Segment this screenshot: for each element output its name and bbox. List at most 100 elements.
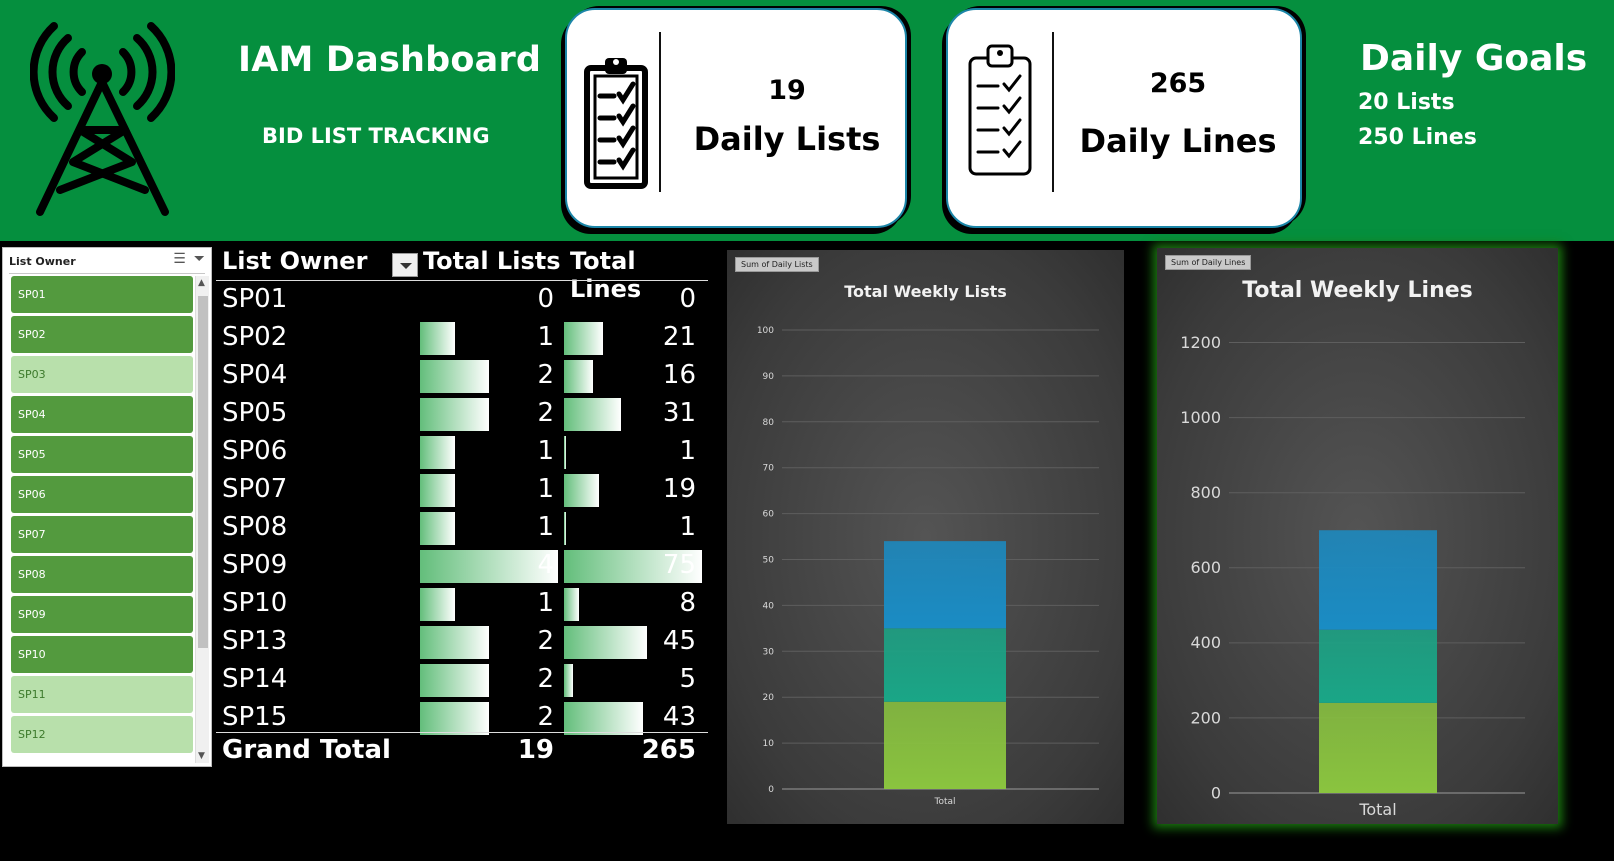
- slicer-item-sp05[interactable]: SP05: [11, 436, 193, 473]
- lines-databar: [564, 588, 579, 621]
- y-tick-label: 70: [763, 464, 775, 474]
- kpi-card-daily-lines: 265 Daily Lines: [946, 8, 1302, 228]
- y-tick-label: 40: [763, 601, 775, 611]
- row-total-lines: 0: [679, 284, 696, 314]
- lines-databar: [564, 474, 599, 507]
- y-tick-label: 400: [1190, 633, 1221, 652]
- slicer-item-sp08[interactable]: SP08: [11, 556, 193, 593]
- multi-select-icon[interactable]: ☰: [173, 251, 186, 267]
- grand-total-row: Grand Total 19 265: [212, 735, 708, 773]
- table-row: SP07 1 19: [212, 470, 708, 508]
- list-owner-slicer: List Owner ☰ ⏷ SP01 SP02 SP03 SP04 SP05 SP06 S…: [2, 247, 212, 767]
- table-row: SP04 2 16: [212, 356, 708, 394]
- stacked-bar-segment: [1319, 629, 1437, 703]
- lists-databar: [420, 474, 455, 507]
- slicer-item-sp09[interactable]: SP09: [11, 596, 193, 633]
- clear-filter-icon[interactable]: ⏷: [194, 251, 205, 267]
- row-filter-dropdown[interactable]: [392, 253, 418, 277]
- y-tick-label: 60: [763, 510, 775, 520]
- goal-lists: 20 Lists: [1358, 90, 1455, 115]
- row-total-lists: 1: [537, 474, 554, 504]
- pivot-table: List Owner Total Lists Total Lines SP01 0…: [212, 243, 708, 773]
- weekly-lines-plot: 0 200 400 600 800 1000 1200 Total: [1180, 333, 1525, 819]
- table-row: SP08 1 1: [212, 508, 708, 546]
- lines-databar: [564, 436, 566, 469]
- scroll-up-icon[interactable]: ▲: [198, 278, 205, 288]
- row-total-lines: 31: [662, 398, 696, 428]
- slicer-item-sp03[interactable]: SP03: [11, 356, 193, 393]
- row-owner: SP14: [222, 664, 288, 694]
- slicer-item-sp07[interactable]: SP07: [11, 516, 193, 553]
- y-tick-label: 50: [763, 556, 775, 566]
- weekly-lists-chart[interactable]: Sum of Daily Lists Total Weekly Lists 01…: [727, 250, 1124, 824]
- total-rule: [216, 732, 708, 733]
- lines-databar: [564, 664, 574, 697]
- dashboard-title: IAM Dashboard: [238, 40, 542, 80]
- row-total-lines: 8: [679, 588, 696, 618]
- table-row: SP05 2 31: [212, 394, 708, 432]
- slicer-scrollbar[interactable]: ▲ ▼: [195, 276, 209, 763]
- row-owner: SP02: [222, 322, 288, 352]
- row-owner: SP15: [222, 702, 288, 732]
- table-row: SP14 2 5: [212, 660, 708, 698]
- radio-tower-icon: [30, 22, 175, 216]
- row-total-lines: 5: [679, 664, 696, 694]
- row-total-lines: 1: [679, 512, 696, 542]
- lines-databar: [564, 322, 603, 355]
- goal-lines: 250 Lines: [1358, 125, 1477, 150]
- slicer-item-sp12[interactable]: SP12: [11, 716, 193, 753]
- header-band: IAM Dashboard BID LIST TRACKING 19 Daily…: [0, 0, 1614, 241]
- row-total-lists: 1: [537, 588, 554, 618]
- slicer-item-sp01[interactable]: SP01: [11, 276, 193, 313]
- dashboard-subtitle: BID LIST TRACKING: [262, 124, 490, 148]
- table-row: SP02 1 21: [212, 318, 708, 356]
- lists-databar: [420, 322, 455, 355]
- lists-databar: [420, 436, 455, 469]
- y-tick-label: 600: [1190, 558, 1221, 577]
- row-total-lists: 2: [537, 702, 554, 732]
- grand-total-lines: 265: [641, 735, 696, 765]
- row-total-lines: 1: [679, 436, 696, 466]
- row-owner: SP09: [222, 550, 288, 580]
- slicer-item-sp10[interactable]: SP10: [11, 636, 193, 673]
- y-tick-label: 20: [763, 693, 775, 703]
- scroll-thumb[interactable]: [198, 296, 208, 648]
- stacked-bar-segment: [1319, 530, 1437, 630]
- weekly-lines-chart[interactable]: Sum of Daily Lines Total Weekly Lines 02…: [1157, 248, 1558, 824]
- dashboard: IAM Dashboard BID LIST TRACKING 19 Daily…: [0, 0, 1614, 861]
- row-total-lists: 2: [537, 360, 554, 390]
- row-owner: SP07: [222, 474, 288, 504]
- row-total-lines: 19: [662, 474, 696, 504]
- clipboard-checklist-icon: [584, 58, 648, 189]
- row-total-lists: 1: [537, 436, 554, 466]
- slicer-item-sp04[interactable]: SP04: [11, 396, 193, 433]
- row-total-lists: 2: [537, 626, 554, 656]
- y-tick-label: 1000: [1180, 408, 1221, 427]
- table-row: SP10 1 8: [212, 584, 708, 622]
- grand-total-label: Grand Total: [222, 735, 391, 765]
- kpi-divider: [1052, 32, 1054, 192]
- y-tick-label: 10: [763, 739, 775, 749]
- slicer-item-sp11[interactable]: SP11: [11, 676, 193, 713]
- x-category-label: Total: [1358, 800, 1396, 819]
- kpi-daily-lines-label: Daily Lines: [1079, 122, 1277, 160]
- kpi-divider: [659, 32, 661, 192]
- slicer-toolbar: ☰ ⏷: [173, 251, 205, 267]
- y-tick-label: 80: [763, 418, 775, 428]
- table-row: SP09 4 75: [212, 546, 708, 584]
- table-row: SP15 2 43: [212, 698, 708, 736]
- y-tick-label: 1200: [1180, 333, 1221, 352]
- kpi-daily-lists-label: Daily Lists: [693, 120, 881, 158]
- y-tick-label: 100: [757, 326, 774, 336]
- stacked-bar-segment: [884, 701, 1006, 789]
- row-total-lines: 16: [662, 360, 696, 390]
- row-owner: SP06: [222, 436, 288, 466]
- header-list-owner: List Owner: [222, 247, 368, 275]
- x-category-label: Total: [933, 797, 955, 807]
- slicer-item-sp06[interactable]: SP06: [11, 476, 193, 513]
- slicer-title: List Owner: [9, 255, 76, 268]
- scroll-down-icon[interactable]: ▼: [198, 751, 205, 761]
- slicer-divider: [9, 273, 205, 274]
- slicer-item-sp02[interactable]: SP02: [11, 316, 193, 353]
- clipboard-checklist-icon: [968, 44, 1032, 176]
